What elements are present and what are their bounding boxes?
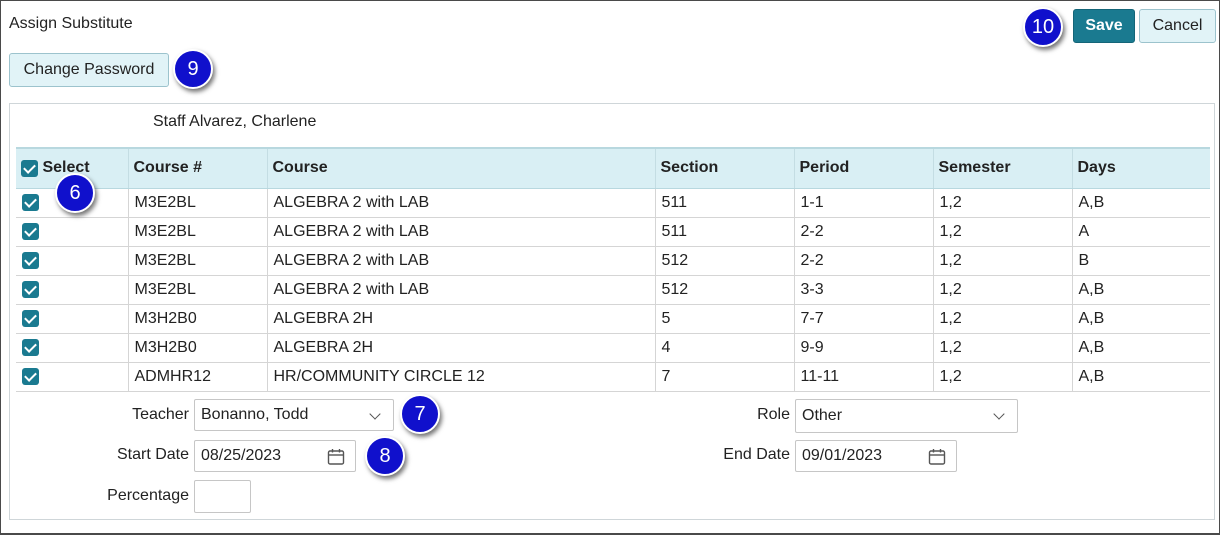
course-number-cell: M3E2BL [127, 246, 267, 276]
table-row: M3H2B0 ALGEBRA 2H 4 9-9 1,2 A,B [16, 333, 1210, 363]
assignment-panel: Staff Alvarez, Charlene Select Course # … [9, 103, 1215, 520]
column-header-course-number[interactable]: Course # [127, 147, 267, 189]
end-date-label: End Date [723, 446, 790, 463]
table-row: ADMHR12 HR/COMMUNITY CIRCLE 12 7 11-11 1… [16, 362, 1210, 392]
period-cell: 7-7 [793, 304, 933, 334]
section-cell: 511 [654, 217, 794, 247]
row-select-checkbox[interactable] [22, 367, 39, 385]
column-header-course[interactable]: Course [266, 147, 655, 189]
select-all-checkbox[interactable] [21, 159, 38, 177]
calendar-icon[interactable] [928, 448, 946, 466]
section-cell: 512 [654, 246, 794, 276]
save-button[interactable]: Save [1073, 9, 1135, 43]
teacher-select[interactable]: Bonanno, Todd [194, 399, 394, 431]
course-number-cell: M3E2BL [127, 217, 267, 247]
course-cell: ALGEBRA 2 with LAB [266, 188, 655, 218]
period-cell: 11-11 [793, 362, 933, 392]
callout-10: 10 [1023, 7, 1063, 47]
row-select-checkbox[interactable] [22, 280, 39, 298]
period-cell: 9-9 [793, 333, 933, 363]
table-header-row: Select Course # Course Section Period Se… [16, 147, 1210, 189]
courses-table: Select Course # Course Section Period Se… [16, 147, 1210, 392]
course-cell: ALGEBRA 2 with LAB [266, 246, 655, 276]
role-select[interactable]: Other [795, 399, 1018, 433]
days-cell: A [1071, 217, 1210, 247]
assign-substitute-dialog: Assign Substitute Save Cancel Change Pas… [0, 0, 1220, 535]
end-date-value: 09/01/2023 [802, 447, 883, 464]
cancel-button[interactable]: Cancel [1139, 9, 1216, 43]
section-cell: 4 [654, 333, 794, 363]
dialog-title: Assign Substitute [9, 15, 133, 32]
table-row: M3H2B0 ALGEBRA 2H 5 7-7 1,2 A,B [16, 304, 1210, 334]
semester-cell: 1,2 [932, 246, 1072, 276]
column-header-period[interactable]: Period [793, 147, 933, 189]
role-value: Other [802, 407, 843, 424]
start-date-label: Start Date [116, 446, 189, 463]
course-cell: ALGEBRA 2H [266, 304, 655, 334]
days-cell: A,B [1071, 304, 1210, 334]
days-cell: A,B [1071, 188, 1210, 218]
course-cell: ALGEBRA 2 with LAB [266, 217, 655, 247]
days-cell: A,B [1071, 362, 1210, 392]
change-password-button[interactable]: Change Password [9, 53, 169, 87]
course-cell: HR/COMMUNITY CIRCLE 12 [266, 362, 655, 392]
course-number-cell: ADMHR12 [127, 362, 267, 392]
row-select-checkbox[interactable] [22, 338, 39, 356]
column-header-semester[interactable]: Semester [932, 147, 1072, 189]
callout-9: 9 [173, 49, 213, 89]
staff-name: Staff Alvarez, Charlene [153, 113, 317, 130]
table-row: M3E2BL ALGEBRA 2 with LAB 512 2-2 1,2 B [16, 246, 1210, 276]
semester-cell: 1,2 [932, 275, 1072, 305]
calendar-icon[interactable] [327, 448, 345, 466]
section-cell: 511 [654, 188, 794, 218]
table-row: M3E2BL ALGEBRA 2 with LAB 512 3-3 1,2 A,… [16, 275, 1210, 305]
row-select-checkbox[interactable] [22, 309, 39, 327]
section-cell: 7 [654, 362, 794, 392]
start-date-value: 08/25/2023 [201, 447, 282, 464]
section-cell: 512 [654, 275, 794, 305]
percentage-label: Percentage [107, 487, 189, 504]
row-select-checkbox[interactable] [22, 222, 39, 240]
course-cell: ALGEBRA 2H [266, 333, 655, 363]
period-cell: 3-3 [793, 275, 933, 305]
column-header-days[interactable]: Days [1071, 147, 1210, 189]
semester-cell: 1,2 [932, 304, 1072, 334]
semester-cell: 1,2 [932, 333, 1072, 363]
chevron-down-icon [993, 408, 1005, 420]
course-number-cell: M3H2B0 [127, 304, 267, 334]
end-date-input[interactable]: 09/01/2023 [795, 440, 957, 472]
column-header-section[interactable]: Section [654, 147, 794, 189]
callout-6: 6 [55, 173, 95, 213]
table-row: M3E2BL ALGEBRA 2 with LAB 511 1-1 1,2 A,… [16, 188, 1210, 218]
table-row: M3E2BL ALGEBRA 2 with LAB 511 2-2 1,2 A [16, 217, 1210, 247]
row-select-checkbox[interactable] [22, 251, 39, 269]
days-cell: A,B [1071, 333, 1210, 363]
teacher-value: Bonanno, Todd [201, 406, 309, 423]
start-date-input[interactable]: 08/25/2023 [194, 440, 356, 472]
callout-7: 7 [400, 394, 440, 434]
section-cell: 5 [654, 304, 794, 334]
course-number-cell: M3E2BL [127, 188, 267, 218]
course-number-cell: M3H2B0 [127, 333, 267, 363]
course-cell: ALGEBRA 2 with LAB [266, 275, 655, 305]
period-cell: 2-2 [793, 246, 933, 276]
days-cell: A,B [1071, 275, 1210, 305]
row-select-checkbox[interactable] [22, 193, 39, 211]
days-cell: B [1071, 246, 1210, 276]
semester-cell: 1,2 [932, 362, 1072, 392]
course-number-cell: M3E2BL [127, 275, 267, 305]
period-cell: 2-2 [793, 217, 933, 247]
semester-cell: 1,2 [932, 188, 1072, 218]
role-label: Role [757, 406, 790, 423]
callout-8: 8 [365, 436, 405, 476]
period-cell: 1-1 [793, 188, 933, 218]
semester-cell: 1,2 [932, 217, 1072, 247]
chevron-down-icon [369, 408, 381, 420]
percentage-input[interactable] [194, 480, 251, 513]
teacher-label: Teacher [132, 406, 189, 423]
